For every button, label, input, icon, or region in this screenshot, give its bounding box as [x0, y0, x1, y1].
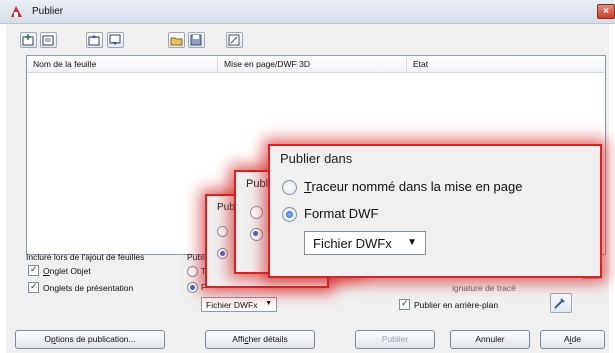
callout-title: Publier dans — [280, 151, 353, 166]
settings-icon — [554, 298, 565, 309]
background-publish-settings-button[interactable] — [550, 293, 572, 313]
callout-back-title: Pub — [217, 202, 235, 213]
publish-group-label-partial: Publi — [187, 252, 206, 262]
include-group-label: Inclure lors de l'ajout de feuilles — [26, 252, 145, 262]
plot-stamp-label-partial: ignature de tracé — [452, 283, 516, 293]
publish-dwf-label-partial: F — [201, 282, 207, 292]
chevron-down-icon: ▼ — [265, 300, 272, 307]
column-header-sheet-name[interactable]: Nom de la feuille — [27, 56, 218, 73]
load-list-button[interactable] — [168, 32, 185, 48]
named-plotter-radio[interactable] — [282, 180, 297, 195]
remove-sheets-icon — [42, 35, 54, 46]
model-tab-label: Onglet Objet — [43, 266, 91, 276]
remove-sheets-button[interactable] — [40, 32, 57, 48]
background-publish-label: Publier en arrière-plan — [414, 300, 499, 310]
named-plotter-label: Traceur nommé dans la mise en page — [304, 179, 523, 194]
load-list-icon — [170, 37, 183, 46]
publish-plotter-label-partial: T — [201, 266, 207, 276]
window-title: Publier — [32, 6, 64, 17]
cancel-button[interactable]: Annuler — [450, 330, 530, 349]
dwf-format-radio[interactable] — [282, 207, 297, 222]
move-down-icon — [109, 34, 121, 45]
publish-to-callout: Publier dans Traceur nommé dans la mise … — [270, 146, 600, 276]
title-bar: Publier × — [0, 0, 615, 24]
callout-back-radio-1 — [217, 226, 228, 237]
publish-button[interactable]: Publier — [355, 330, 435, 349]
close-button[interactable]: × — [597, 4, 615, 19]
callout-back-radio-2 — [217, 248, 228, 259]
column-header-page-setup[interactable]: Mise en page/DWF 3D — [218, 56, 407, 73]
dwf-format-select[interactable]: Fichier DWFx ▼ — [304, 231, 426, 255]
publish-dwf-radio[interactable] — [187, 282, 198, 293]
model-tab-checkbox[interactable] — [28, 264, 39, 276]
layout-tabs-checkbox[interactable] — [28, 281, 39, 293]
layout-tabs-label: Onglets de présentation — [43, 283, 134, 293]
move-up-button[interactable] — [86, 32, 103, 48]
publish-format-value: Fichier DWFx — [206, 300, 258, 310]
column-header-status[interactable]: Etat — [407, 56, 605, 73]
publish-plotter-radio[interactable] — [187, 266, 198, 277]
save-list-icon — [190, 34, 202, 46]
plot-stamp-button[interactable] — [226, 32, 243, 48]
show-details-button[interactable]: Afficher détails — [205, 330, 315, 349]
dwf-format-label: Format DWF — [304, 206, 379, 221]
add-sheets-button[interactable] — [20, 32, 37, 48]
publish-options-button[interactable]: Options de publication... — [15, 330, 165, 349]
callout-middle-radio-2 — [250, 228, 263, 241]
help-button[interactable]: Aide — [540, 330, 605, 349]
callout-middle-radio-1 — [250, 206, 263, 219]
move-down-button[interactable] — [107, 32, 124, 48]
save-list-button[interactable] — [188, 32, 205, 48]
plot-stamp-icon — [228, 34, 240, 46]
background-publish-checkbox[interactable] — [399, 298, 410, 310]
callout-middle-title: Publ — [246, 178, 269, 190]
publish-format-select[interactable]: Fichier DWFx ▼ — [201, 297, 277, 312]
dwf-format-value: Fichier DWFx — [313, 236, 392, 251]
chevron-down-icon: ▼ — [407, 237, 417, 248]
move-up-icon — [88, 35, 100, 46]
app-icon — [11, 6, 22, 17]
add-sheets-icon — [22, 34, 34, 46]
